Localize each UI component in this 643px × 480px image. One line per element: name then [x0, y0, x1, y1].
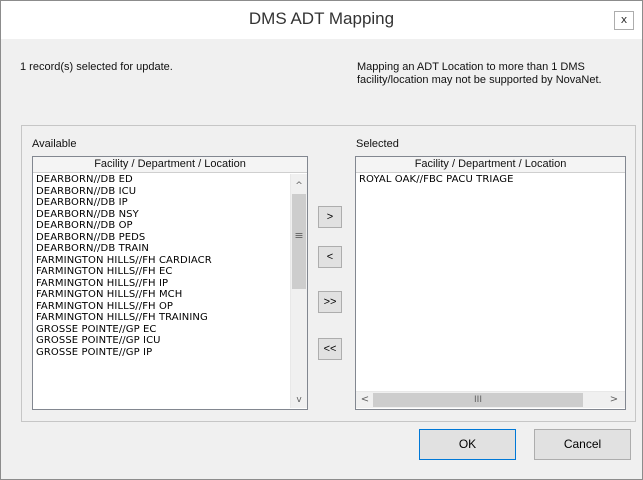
list-item[interactable]: FARMINGTON HILLS//FH EC	[36, 266, 212, 278]
available-items: DEARBORN//DB ED DEARBORN//DB ICU DEARBOR…	[36, 174, 212, 358]
list-item[interactable]: DEARBORN//DB IP	[36, 197, 212, 209]
mapping-warning-text: Mapping an ADT Location to more than 1 D…	[357, 61, 602, 86]
dms-adt-mapping-dialog: DMS ADT Mapping x 1 record(s) selected f…	[0, 0, 643, 480]
available-vertical-scrollbar[interactable]: ^ ≡ v	[290, 174, 307, 408]
thumb-grip-icon: ≡	[294, 229, 304, 242]
list-item[interactable]: FARMINGTON HILLS//FH OP	[36, 301, 212, 313]
list-item[interactable]: DEARBORN//DB OP	[36, 220, 212, 232]
scroll-up-arrow-icon[interactable]: ^	[291, 178, 307, 194]
list-item[interactable]: DEARBORN//DB ICU	[36, 186, 212, 198]
available-label: Available	[32, 138, 77, 150]
scroll-thumb[interactable]: III	[373, 393, 583, 407]
scroll-right-arrow-icon[interactable]: >	[606, 392, 622, 408]
title-bar[interactable]: DMS ADT Mapping x	[1, 1, 642, 39]
dialog-title: DMS ADT Mapping	[248, 9, 395, 28]
add-button[interactable]: >	[318, 206, 342, 228]
scroll-down-arrow-icon[interactable]: v	[291, 392, 307, 408]
list-item[interactable]: GROSSE POINTE//GP IP	[36, 347, 212, 359]
selection-count-text: 1 record(s) selected for update.	[20, 61, 173, 73]
list-item[interactable]: ROYAL OAK//FBC PACU TRIAGE	[359, 174, 514, 186]
available-list[interactable]: Facility / Department / Location DEARBOR…	[32, 156, 308, 410]
ok-button[interactable]: OK	[419, 429, 516, 460]
thumb-grip-icon: III	[474, 395, 482, 405]
list-item[interactable]: DEARBORN//DB NSY	[36, 209, 212, 221]
scroll-thumb[interactable]: ≡	[292, 194, 306, 289]
remove-all-button[interactable]: <<	[318, 338, 342, 360]
list-item[interactable]: FARMINGTON HILLS//FH IP	[36, 278, 212, 290]
selected-column-header[interactable]: Facility / Department / Location	[356, 157, 625, 173]
close-button[interactable]: x	[614, 11, 634, 30]
list-item[interactable]: FARMINGTON HILLS//FH CARDIACR	[36, 255, 212, 267]
list-item[interactable]: DEARBORN//DB TRAIN	[36, 243, 212, 255]
selected-horizontal-scrollbar[interactable]: < III >	[356, 391, 625, 408]
remove-button[interactable]: <	[318, 246, 342, 268]
selected-items: ROYAL OAK//FBC PACU TRIAGE	[359, 174, 514, 186]
list-item[interactable]: DEARBORN//DB PEDS	[36, 232, 212, 244]
cancel-button[interactable]: Cancel	[534, 429, 631, 460]
scroll-left-arrow-icon[interactable]: <	[357, 392, 373, 408]
list-item[interactable]: FARMINGTON HILLS//FH TRAINING	[36, 312, 212, 324]
list-item[interactable]: FARMINGTON HILLS//FH MCH	[36, 289, 212, 301]
list-item[interactable]: DEARBORN//DB ED	[36, 174, 212, 186]
available-column-header[interactable]: Facility / Department / Location	[33, 157, 307, 173]
list-item[interactable]: GROSSE POINTE//GP ICU	[36, 335, 212, 347]
selected-label: Selected	[356, 138, 399, 150]
list-item[interactable]: GROSSE POINTE//GP EC	[36, 324, 212, 336]
selected-list[interactable]: Facility / Department / Location ROYAL O…	[355, 156, 626, 410]
add-all-button[interactable]: >>	[318, 291, 342, 313]
